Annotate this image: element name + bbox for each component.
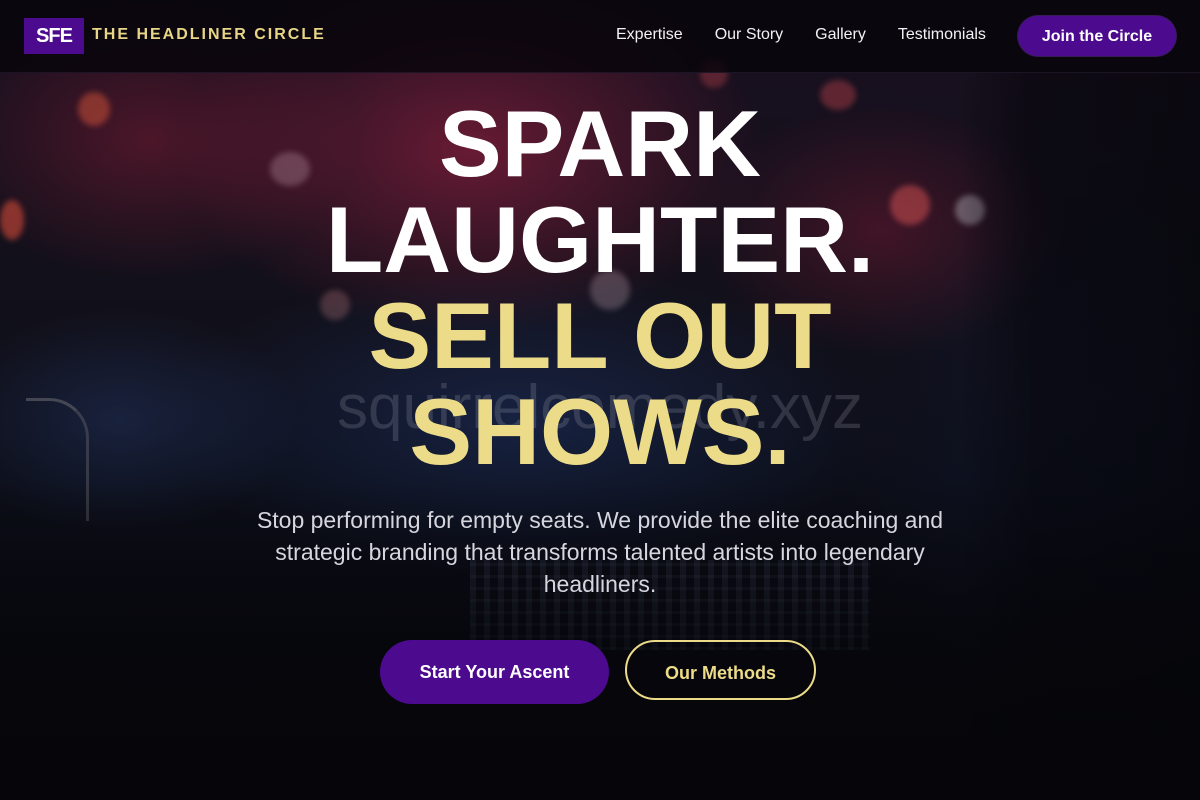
hero-subheadline: Stop performing for empty seats. We prov… [256, 507, 944, 597]
logo-badge[interactable]: SFE [24, 18, 84, 54]
headline-line: SPARK [438, 91, 762, 196]
nav-link-our-story[interactable]: Our Story [715, 24, 783, 46]
headline-line-highlight: SHOWS. [409, 379, 791, 484]
start-your-ascent-button[interactable]: Start Your Ascent [380, 640, 609, 704]
nav-link-testimonials[interactable]: Testimonials [898, 24, 986, 46]
headline-line: LAUGHTER. [325, 187, 875, 292]
main-nav: Expertise Our Story Gallery Testimonials [616, 24, 986, 46]
nav-link-expertise[interactable]: Expertise [616, 24, 683, 46]
landing-page: squirrelcomedy.xyz SFE THE HEADLINER CIR… [0, 0, 1200, 800]
brand-name[interactable]: THE HEADLINER CIRCLE [92, 24, 326, 46]
headline-line-highlight: SELL OUT [368, 283, 832, 388]
nav-link-gallery[interactable]: Gallery [815, 24, 866, 46]
our-methods-button[interactable]: Our Methods [625, 640, 816, 700]
join-the-circle-button[interactable]: Join the Circle [1018, 16, 1176, 56]
site-header: SFE THE HEADLINER CIRCLE Expertise Our S… [0, 0, 1200, 73]
hero-headline: SPARK LAUGHTER. SELL OUT SHOWS. [0, 96, 1200, 480]
